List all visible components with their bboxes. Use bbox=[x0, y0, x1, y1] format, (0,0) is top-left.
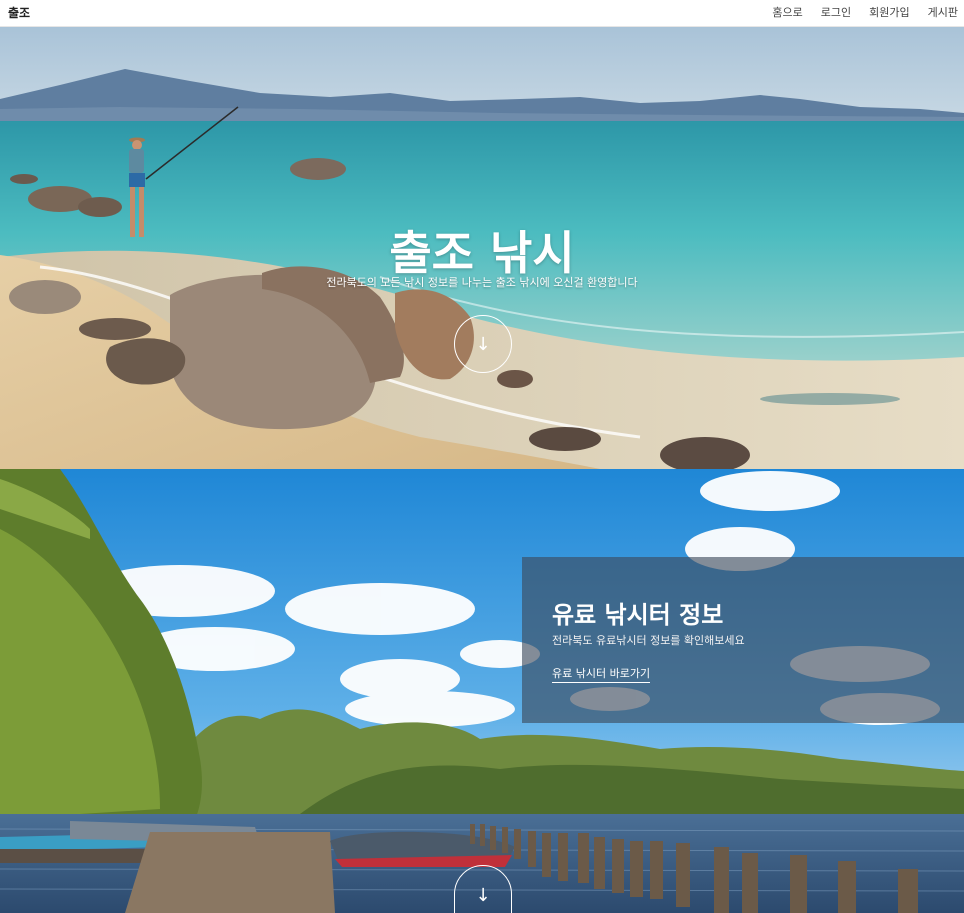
paid-fishing-link[interactable]: 유료 낚시터 바로가기 bbox=[552, 665, 651, 683]
top-navbar: 출조 홈으로 로그인 회원가입 게시판 bbox=[0, 0, 964, 27]
nav-board[interactable]: 게시판 bbox=[928, 4, 958, 20]
nav-home[interactable]: 홈으로 bbox=[772, 4, 802, 20]
section-subtitle: 전라북도 유료낚시터 정보를 확인해보세요 bbox=[552, 634, 745, 647]
brand-logo[interactable]: 출조 bbox=[8, 4, 30, 21]
main-nav: 홈으로 로그인 회원가입 게시판 bbox=[754, 4, 958, 20]
section-title: 유료 낚시터 정보 bbox=[552, 601, 724, 629]
arrow-down-icon: ↓ bbox=[475, 333, 491, 355]
nav-signup[interactable]: 회원가입 bbox=[869, 4, 909, 20]
paid-fishing-info-panel: 유료 낚시터 정보 전라북도 유료낚시터 정보를 확인해보세요 유료 낚시터 바… bbox=[522, 557, 964, 723]
arrow-down-icon: ↓ bbox=[475, 884, 491, 906]
paid-fishing-section: 유료 낚시터 정보 전라북도 유료낚시터 정보를 확인해보세요 유료 낚시터 바… bbox=[0, 469, 964, 913]
hero-subtitle: 전라북도의 모든 낚시 정보를 나누는 출조 낚시에 오신걸 환영합니다 bbox=[326, 276, 638, 289]
nav-login[interactable]: 로그인 bbox=[821, 4, 851, 20]
hero-section: 출조 낚시 전라북도의 모든 낚시 정보를 나누는 출조 낚시에 오신걸 환영합… bbox=[0, 27, 964, 469]
scroll-down-button[interactable]: ↓ bbox=[454, 315, 512, 373]
